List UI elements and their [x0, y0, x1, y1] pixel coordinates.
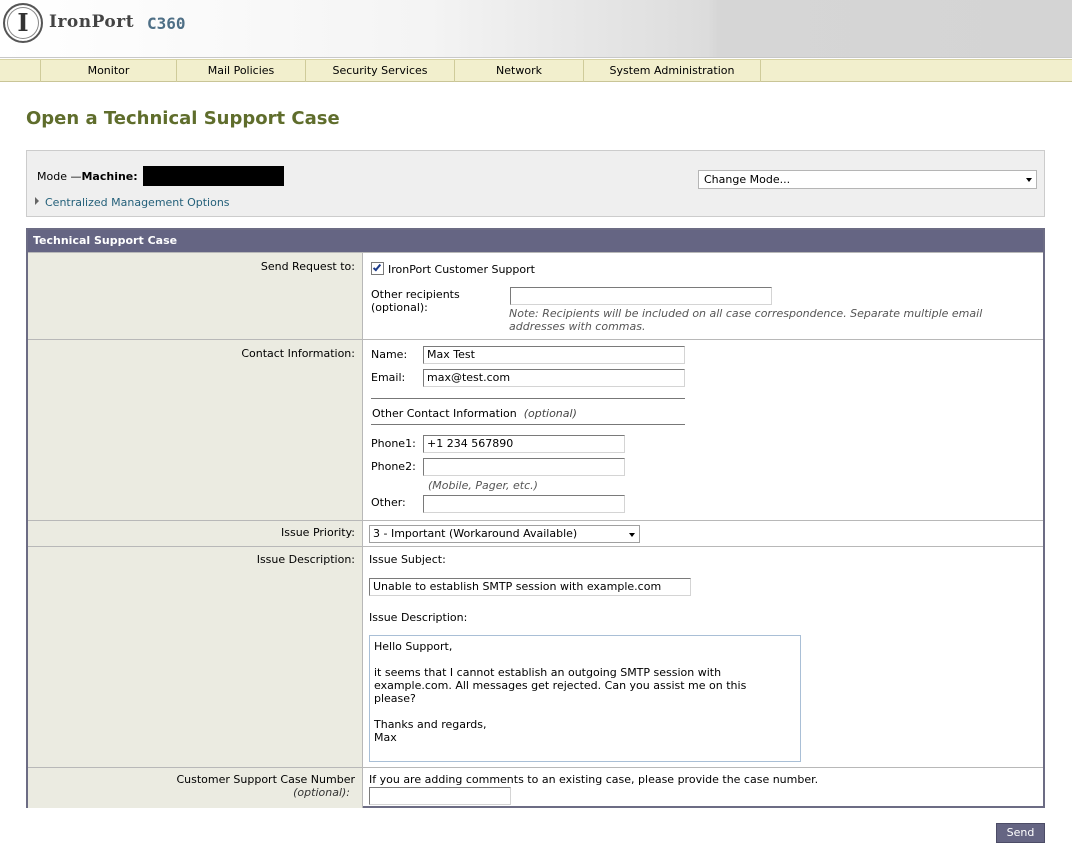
nav-item-network[interactable]: Network: [454, 60, 583, 82]
case-number-optional: (optional):: [293, 786, 350, 799]
phone2-hint: (Mobile, Pager, etc.): [428, 479, 538, 492]
issue-priority-value: 3 - Important (Workaround Available): [373, 527, 578, 540]
mode-panel: Mode —Machine: Change Mode... Centralize…: [26, 150, 1045, 217]
row-issue-description: Issue Description: Issue Subject: Unable…: [28, 546, 1043, 767]
change-mode-select[interactable]: Change Mode...: [698, 170, 1037, 189]
ironport-support-label: IronPort Customer Support: [388, 263, 535, 276]
case-number-label: Customer Support Case Number: [176, 773, 355, 786]
main-nav: Monitor Mail Policies Security Services …: [0, 59, 1072, 82]
recipients-note-line-2: addresses with commas.: [509, 320, 646, 333]
chevron-down-icon: [629, 533, 635, 537]
email-input[interactable]: max@test.com: [423, 369, 685, 387]
triangle-right-icon: [35, 197, 39, 205]
other-contact-title: Other Contact Information: [372, 407, 517, 420]
other-label: Other:: [371, 496, 406, 509]
row-label-cell: Issue Priority:: [28, 521, 363, 546]
issue-priority-label: Issue Priority:: [281, 526, 355, 539]
mode-machine-label: Machine:: [81, 170, 138, 183]
other-contact-label: Other Contact Information (optional): [372, 407, 577, 420]
email-label: Email:: [371, 371, 406, 384]
issue-priority-select[interactable]: 3 - Important (Workaround Available): [369, 525, 640, 543]
contact-information-label: Contact Information:: [241, 347, 355, 360]
machine-name-redacted: [143, 166, 284, 186]
other-recipients-input[interactable]: [510, 287, 772, 305]
support-case-form: Technical Support Case Send Request to: …: [26, 228, 1045, 808]
other-recipients-label: Other recipients: [371, 288, 460, 301]
other-contact-input[interactable]: [423, 495, 625, 513]
divider: [371, 398, 685, 399]
row-case-number: Customer Support Case Number (optional):…: [28, 767, 1043, 808]
nav-item-monitor[interactable]: Monitor: [40, 60, 176, 82]
issue-description-field-label: Issue Description:: [369, 611, 468, 624]
nav-item-system-administration[interactable]: System Administration: [583, 60, 761, 82]
send-request-label: Send Request to:: [260, 260, 355, 273]
phone1-label: Phone1:: [371, 437, 416, 450]
row-send-request: Send Request to: IronPort Customer Suppo…: [28, 252, 1043, 339]
nav-item-mail-policies[interactable]: Mail Policies: [176, 60, 305, 82]
app-header: I IronPort C360: [0, 0, 1072, 58]
issue-subject-input[interactable]: Unable to establish SMTP session with ex…: [369, 578, 691, 596]
phone1-input[interactable]: +1 234 567890: [423, 435, 625, 453]
page-title: Open a Technical Support Case: [26, 108, 340, 129]
row-label-cell: Send Request to:: [28, 253, 363, 339]
product-name: C360: [147, 14, 186, 33]
send-button[interactable]: Send: [996, 823, 1045, 843]
nav-item-security-services[interactable]: Security Services: [305, 60, 454, 82]
row-contact-information: Contact Information: Name: Max Test Emai…: [28, 339, 1043, 520]
row-label-cell: Customer Support Case Number (optional):: [28, 768, 363, 808]
checkmark-icon: [372, 262, 382, 272]
name-label: Name:: [371, 348, 408, 361]
recipients-note-line-1: Note: Recipients will be included on all…: [509, 307, 983, 320]
phone2-label: Phone2:: [371, 460, 416, 473]
divider: [371, 424, 685, 425]
chevron-down-icon: [1026, 178, 1032, 182]
centralized-management-label: Centralized Management Options: [45, 196, 230, 209]
case-number-input[interactable]: [369, 787, 511, 805]
ironport-support-checkbox[interactable]: [371, 262, 384, 275]
row-issue-priority: Issue Priority: 3 - Important (Workaroun…: [28, 520, 1043, 546]
issue-subject-label: Issue Subject:: [369, 553, 446, 566]
section-header: Technical Support Case: [28, 230, 1043, 252]
phone2-input[interactable]: [423, 458, 625, 476]
case-number-hint: If you are adding comments to an existin…: [369, 773, 819, 786]
row-label-cell: Contact Information:: [28, 340, 363, 520]
brand-name: IronPort: [49, 12, 135, 32]
change-mode-value: Change Mode...: [704, 173, 791, 186]
other-contact-optional: (optional): [523, 407, 577, 420]
ironport-logo-icon: I: [3, 3, 43, 43]
issue-description-textarea[interactable]: Hello Support, it seems that I cannot es…: [369, 635, 801, 762]
mode-prefix: Mode —: [37, 170, 82, 183]
other-recipients-optional: (optional):: [371, 301, 428, 314]
mode-label: Mode —Machine:: [37, 170, 138, 183]
centralized-management-link[interactable]: Centralized Management Options: [35, 196, 230, 209]
name-input[interactable]: Max Test: [423, 346, 685, 364]
issue-description-label: Issue Description:: [256, 553, 355, 566]
row-label-cell: Issue Description:: [28, 547, 363, 767]
